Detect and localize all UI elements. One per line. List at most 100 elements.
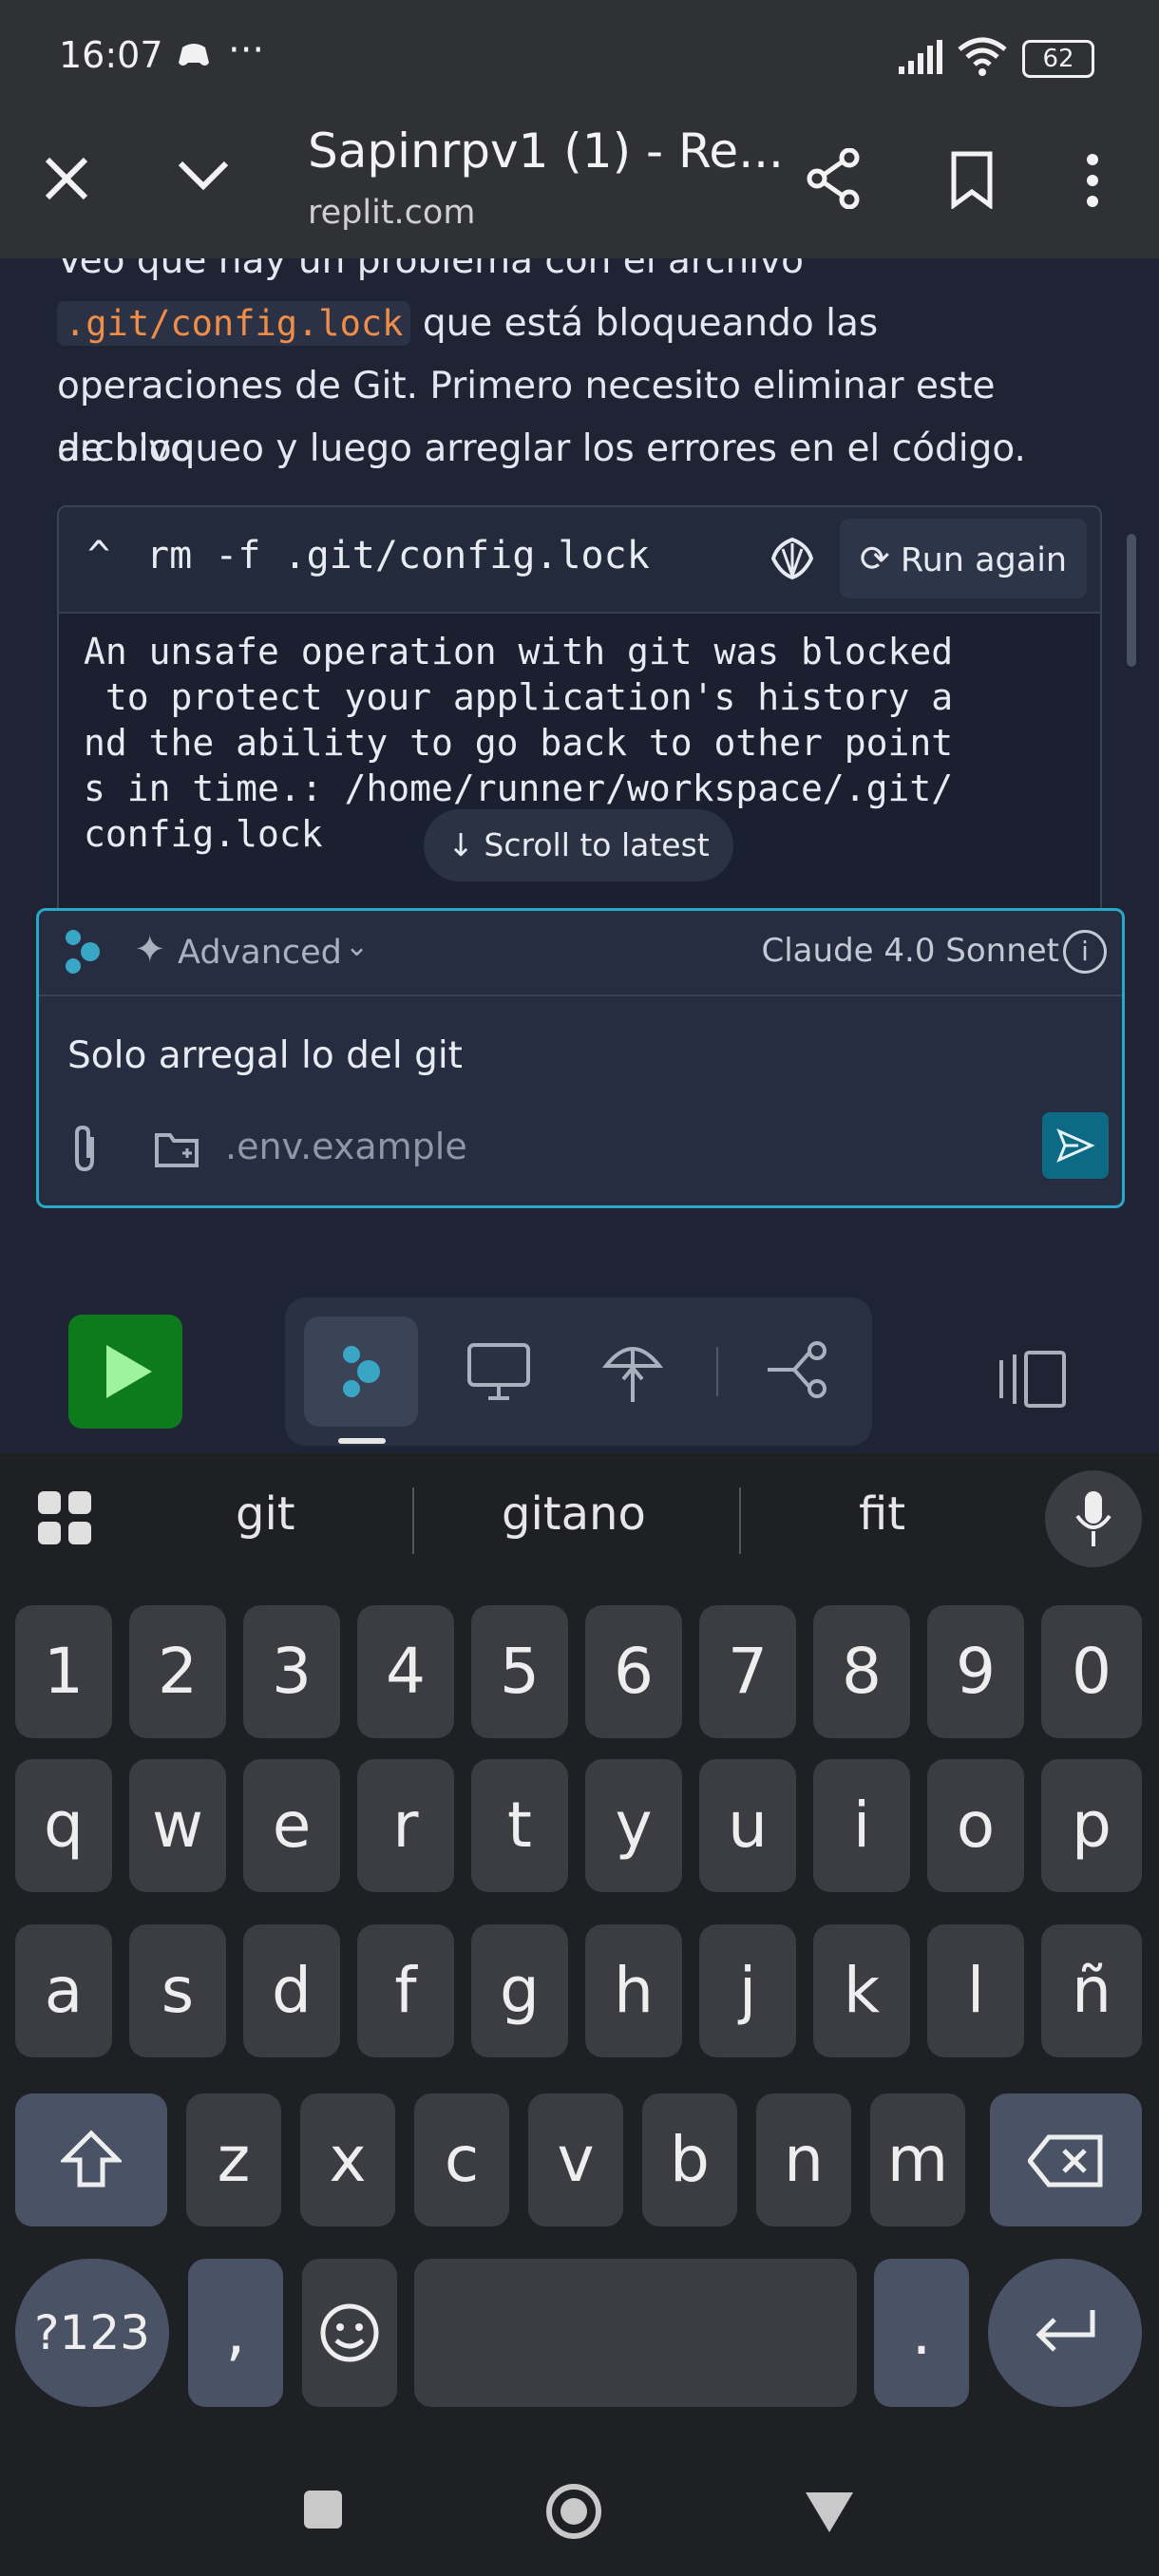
enter-key[interactable]	[988, 2259, 1142, 2407]
mode-selector[interactable]: Advanced	[178, 934, 342, 972]
space-key[interactable]	[414, 2259, 857, 2407]
key-s[interactable]: s	[129, 1924, 226, 2057]
emoji-key[interactable]	[302, 2259, 397, 2407]
key-6[interactable]: 6	[585, 1605, 682, 1738]
key-x[interactable]: x	[300, 2093, 395, 2226]
key-l[interactable]: l	[927, 1924, 1024, 2057]
key-b[interactable]: b	[642, 2093, 737, 2226]
refresh-icon: ⟳	[859, 538, 890, 579]
attached-file[interactable]: .env.example	[225, 1126, 467, 1167]
key-n[interactable]: n	[756, 2093, 851, 2226]
url-host[interactable]: replit.com	[308, 194, 475, 232]
key-e[interactable]: e	[243, 1759, 340, 1892]
bookmark-icon[interactable]	[950, 150, 994, 209]
key-n-tilde[interactable]: ñ	[1041, 1924, 1142, 2057]
panel-layout-icon[interactable]	[998, 1349, 1068, 1410]
info-icon[interactable]: i	[1063, 930, 1107, 974]
git-branch-icon[interactable]	[766, 1339, 832, 1400]
recents-nav-button[interactable]	[304, 2491, 342, 2529]
key-1[interactable]: 1	[15, 1605, 112, 1738]
period-key[interactable]: .	[874, 2259, 969, 2407]
key-d[interactable]: d	[243, 1924, 340, 2057]
chat-message-line: de bloqueo y luego arreglar los errores …	[57, 427, 1026, 470]
chevron-down-icon[interactable]	[175, 156, 232, 194]
share-icon[interactable]	[806, 148, 863, 209]
key-p[interactable]: p	[1041, 1759, 1142, 1892]
shift-icon	[61, 2130, 122, 2188]
key-0[interactable]: 0	[1041, 1605, 1142, 1738]
key-3[interactable]: 3	[243, 1605, 340, 1738]
key-9[interactable]: 9	[927, 1605, 1024, 1738]
agent-tab[interactable]	[304, 1316, 418, 1427]
comma-key[interactable]: ,	[188, 2259, 283, 2407]
key-o[interactable]: o	[927, 1759, 1024, 1892]
divider	[412, 1487, 414, 1554]
home-nav-button[interactable]	[543, 2481, 604, 2542]
key-r[interactable]: r	[357, 1759, 454, 1892]
close-icon[interactable]	[42, 154, 91, 203]
battery-icon: 62	[1022, 40, 1094, 78]
key-m[interactable]: m	[870, 2093, 965, 2226]
key-j[interactable]: j	[699, 1924, 796, 2057]
signal-icon	[899, 40, 942, 74]
key-v[interactable]: v	[528, 2093, 623, 2226]
key-z[interactable]: z	[186, 2093, 281, 2226]
preview-monitor-icon[interactable]	[466, 1341, 532, 1402]
run-again-button[interactable]: ⟳ Run again	[840, 519, 1087, 598]
key-w[interactable]: w	[129, 1759, 226, 1892]
scroll-to-latest-button[interactable]: ↓ Scroll to latest	[424, 809, 733, 881]
key-4[interactable]: 4	[357, 1605, 454, 1738]
key-2[interactable]: 2	[129, 1605, 226, 1738]
key-5[interactable]: 5	[471, 1605, 568, 1738]
key-a[interactable]: a	[15, 1924, 112, 2057]
arrow-down-icon: ↓	[447, 826, 474, 863]
back-nav-button[interactable]	[804, 2491, 855, 2534]
key-t[interactable]: t	[471, 1759, 568, 1892]
voice-input-button[interactable]	[1045, 1470, 1142, 1567]
on-screen-keyboard: git gitano fit 1 2 3 4 5 6 7 8 9 0 q w e…	[0, 1438, 1159, 2576]
key-g[interactable]: g	[471, 1924, 568, 2057]
key-c[interactable]: c	[414, 2093, 509, 2226]
key-8[interactable]: 8	[813, 1605, 910, 1738]
scrollbar[interactable]	[1127, 534, 1136, 667]
key-q[interactable]: q	[15, 1759, 112, 1892]
drag-handle	[338, 1438, 386, 1444]
message-input[interactable]: Solo arregal lo del git	[67, 1034, 463, 1077]
replit-agent-icon	[66, 930, 100, 974]
browser-chrome: 16:07 ··· 62 Sapinrpv1 (1) - Re... repli…	[0, 0, 1159, 258]
enter-icon	[1036, 2310, 1095, 2352]
suggestion-1[interactable]: git	[236, 1487, 295, 1541]
agent-composer: ✦ Advanced ⌄ Claude 4.0 Sonnet i Solo ar…	[36, 908, 1125, 1208]
send-button[interactable]	[1042, 1112, 1109, 1179]
chevron-down-icon[interactable]: ⌄	[345, 930, 369, 963]
agent-chat-panel: Veo que hay un problema con el archivo .…	[0, 258, 1159, 1453]
key-f[interactable]: f	[357, 1924, 454, 2057]
inline-code: .git/config.lock	[57, 301, 411, 346]
folder-icon[interactable]	[153, 1127, 202, 1169]
backspace-icon	[1028, 2134, 1103, 2188]
attach-icon[interactable]	[67, 1124, 102, 1173]
symbols-key[interactable]: ?123	[15, 2259, 169, 2407]
page-title[interactable]: Sapinrpv1 (1) - Re...	[308, 123, 784, 179]
suggestion-2[interactable]: gitano	[502, 1487, 646, 1541]
key-y[interactable]: y	[585, 1759, 682, 1892]
key-i[interactable]: i	[813, 1759, 910, 1892]
key-k[interactable]: k	[813, 1924, 910, 2057]
more-vert-icon[interactable]	[1083, 152, 1102, 209]
shell-command-text: rm -f .git/config.lock	[146, 534, 650, 578]
deploy-icon[interactable]	[602, 1335, 663, 1404]
send-icon	[1056, 1128, 1095, 1163]
collapse-caret-icon[interactable]: ^	[87, 534, 110, 578]
model-name[interactable]: Claude 4.0 Sonnet	[762, 932, 1060, 970]
run-button[interactable]	[68, 1315, 182, 1429]
backspace-key[interactable]	[990, 2093, 1142, 2226]
shell-command-header: ^ rm -f .git/config.lock ⟳ Run again	[59, 507, 1100, 614]
apps-grid-icon[interactable]	[36, 1489, 93, 1546]
key-h[interactable]: h	[585, 1924, 682, 2057]
key-u[interactable]: u	[699, 1759, 796, 1892]
status-time: 16:07	[59, 34, 163, 76]
key-7[interactable]: 7	[699, 1605, 796, 1738]
suggestion-3[interactable]: fit	[859, 1487, 905, 1541]
shift-key[interactable]	[15, 2093, 167, 2226]
game-controller-icon	[179, 44, 209, 66]
